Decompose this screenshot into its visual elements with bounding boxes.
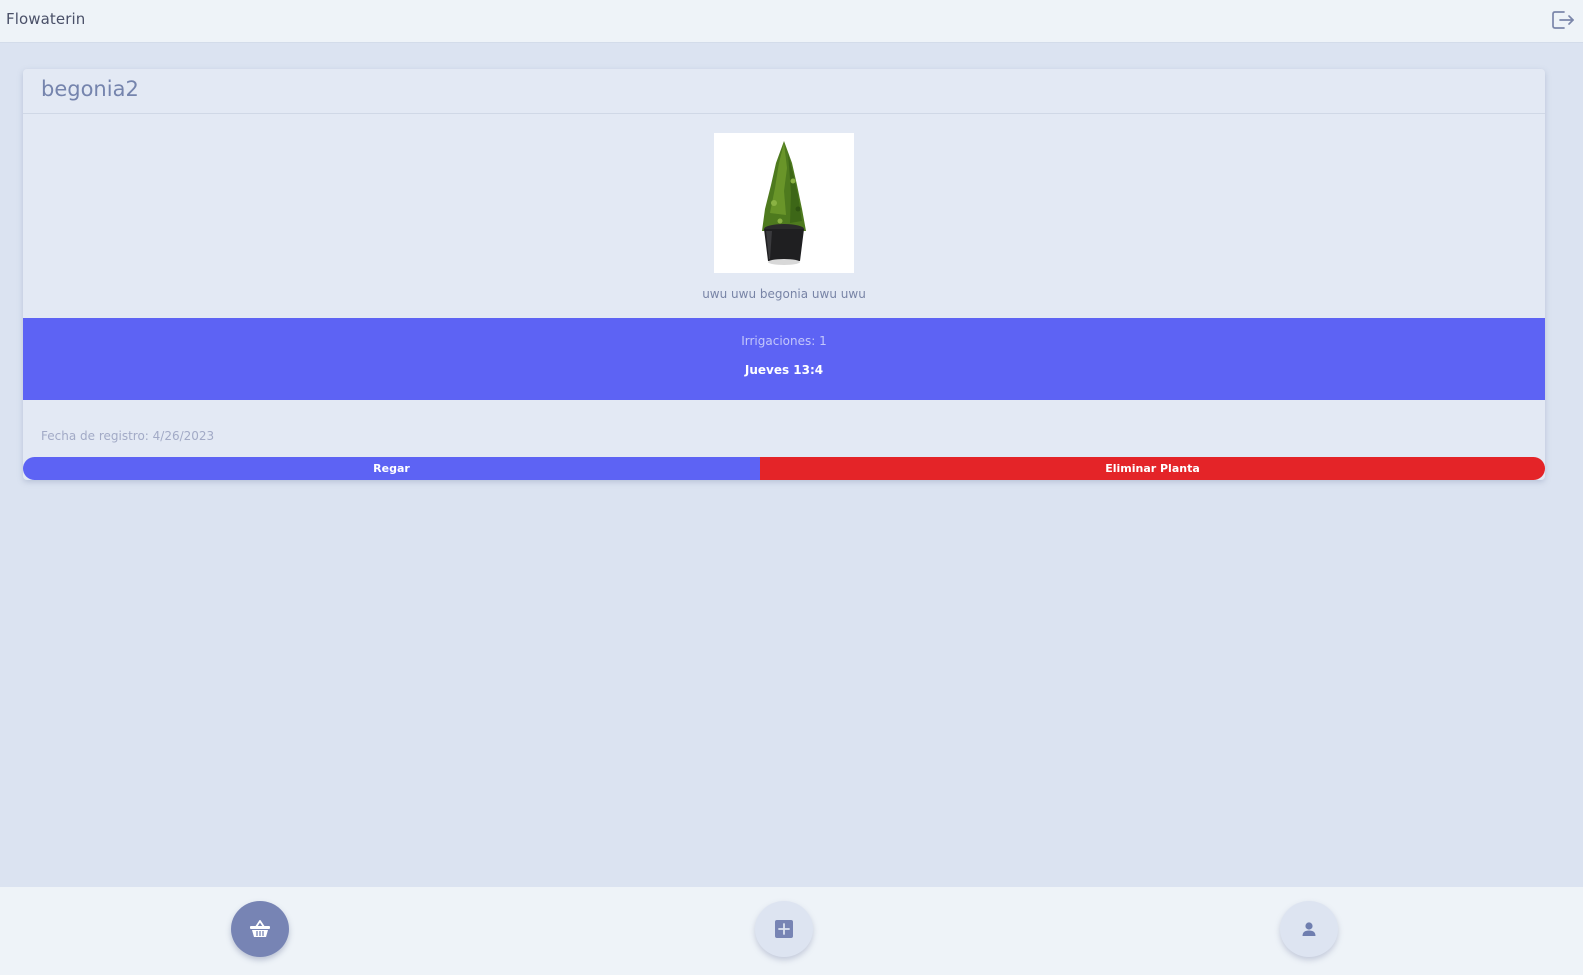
irrigation-count: Irrigaciones: 1 [741,334,827,348]
last-irrigation-time: Jueves 13:4 [744,363,824,377]
card-header: begonia2 [23,69,1545,114]
user-icon [1302,922,1316,936]
potted-plant-photo [762,141,806,265]
logout-icon [1552,11,1574,29]
plant-image [714,133,854,273]
plus-square-icon [775,920,793,938]
plant-name: begonia2 [41,77,139,101]
water-button[interactable]: Regar [23,457,760,480]
registration-date: Fecha de registro: 4/26/2023 [41,429,215,443]
bottom-nav [0,887,1583,975]
basket-icon [250,920,270,937]
top-bar: Flowaterin [0,0,1583,43]
plant-description: uwu uwu begonia uwu uwu [702,287,866,301]
action-buttons: Regar Eliminar Planta [23,457,1545,480]
logout-button[interactable] [1551,9,1575,31]
app-title: Flowaterin [6,10,86,28]
nav-add-button[interactable] [755,901,813,957]
plant-card: begonia2 uwu uwu begonia uwu uwu Irrigac… [23,69,1545,480]
nav-basket-button[interactable] [231,901,289,957]
delete-plant-button[interactable]: Eliminar Planta [760,457,1545,480]
irrigation-panel: Irrigaciones: 1 Jueves 13:4 [23,318,1545,400]
nav-profile-button[interactable] [1280,901,1338,957]
